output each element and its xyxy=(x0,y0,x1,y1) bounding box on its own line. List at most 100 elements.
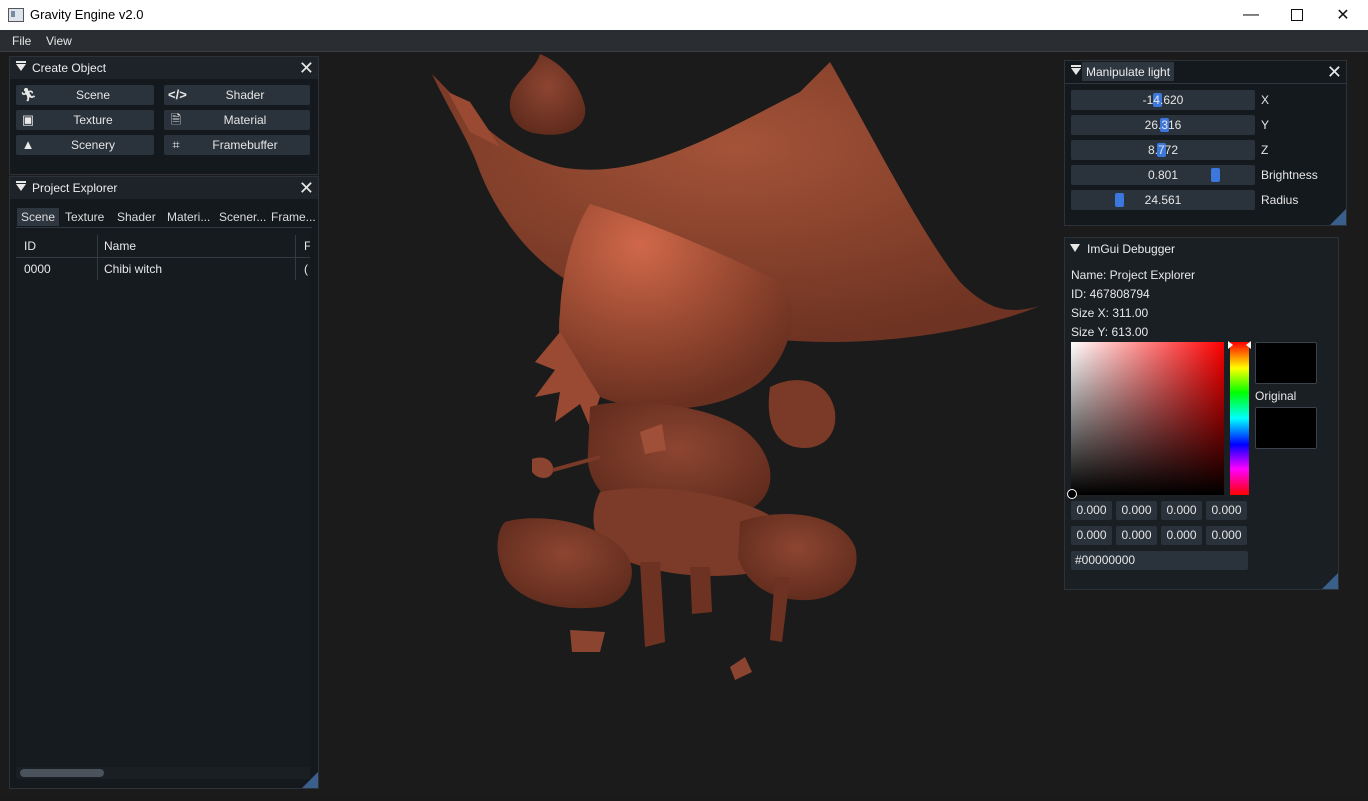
hue-marker-left xyxy=(1228,341,1233,349)
color-b-input[interactable]: 0.000 xyxy=(1161,501,1202,520)
collapse-icon[interactable] xyxy=(1070,244,1080,252)
object-table: ID Name F 0000 Chibi witch ( xyxy=(16,231,310,767)
maximize-button[interactable] xyxy=(1274,0,1320,30)
button-label: Framebuffer xyxy=(212,138,278,152)
menu-file[interactable]: File xyxy=(12,34,31,48)
menu-bar: File View xyxy=(0,30,1368,52)
collapse-icon[interactable] xyxy=(1071,65,1081,75)
panel-title: Manipulate light xyxy=(1082,62,1175,81)
button-label: Shader xyxy=(225,88,265,102)
button-label: Material xyxy=(223,113,267,127)
close-icon[interactable]: ✕ xyxy=(299,178,314,198)
slider-y[interactable]: 26.316 xyxy=(1071,115,1255,135)
column-divider xyxy=(295,258,296,280)
column-divider xyxy=(295,235,296,257)
panel-title: ImGui Debugger xyxy=(1087,242,1176,256)
current-color-swatch xyxy=(1255,342,1317,384)
panel-header: Create Object ✕ xyxy=(10,57,318,79)
slider-label: Brightness xyxy=(1261,168,1318,182)
debug-size-x: Size X: 311.00 xyxy=(1071,306,1149,320)
file-code-icon: 🗎︎ xyxy=(170,112,182,127)
original-label: Original xyxy=(1255,389,1297,403)
panel-header: Project Explorer ✕ xyxy=(10,177,318,199)
row-extra: ( xyxy=(304,262,308,276)
color-a-input[interactable]: 0.000 xyxy=(1206,501,1247,520)
panel-header: ImGui Debugger xyxy=(1065,238,1338,260)
table-row[interactable]: 0000 Chibi witch ( xyxy=(16,258,310,280)
column-divider xyxy=(97,258,98,280)
saturation-value-picker[interactable] xyxy=(1067,342,1224,499)
hue-marker-right xyxy=(1246,341,1251,349)
tab-scene[interactable]: Scene xyxy=(17,208,60,226)
color-s-input[interactable]: 0.000 xyxy=(1116,526,1157,545)
column-id[interactable]: ID xyxy=(24,239,36,253)
slider-label: Radius xyxy=(1261,193,1299,207)
close-icon: ✕ xyxy=(1336,7,1350,24)
project-explorer-panel: Project Explorer ✕ Scene Texture Shader … xyxy=(9,176,319,789)
horizontal-scrollbar[interactable] xyxy=(16,767,310,779)
slider-radius[interactable]: 24.561 xyxy=(1071,190,1255,210)
create-scenery-button[interactable]: ▲ Scenery xyxy=(16,135,154,155)
row-name: Chibi witch xyxy=(104,262,163,276)
slider-brightness[interactable]: 0.801 xyxy=(1071,165,1255,185)
tree-icon: ▲ xyxy=(21,137,35,152)
close-icon[interactable]: ✕ xyxy=(299,58,314,78)
hex-input[interactable]: #00000000 xyxy=(1071,551,1248,570)
row-id: 0000 xyxy=(24,262,51,276)
panel-title: Project Explorer xyxy=(32,181,118,195)
button-label: Scenery xyxy=(70,138,116,152)
running-person-icon: 🏃︎ xyxy=(20,87,37,102)
slider-value: 24.561 xyxy=(1144,193,1182,207)
picker-cursor[interactable] xyxy=(1067,489,1077,499)
create-shader-button[interactable]: </> Shader xyxy=(164,85,310,105)
slider-value: 26.316 xyxy=(1144,118,1182,132)
column-f[interactable]: F xyxy=(304,239,310,253)
slider-value: 0.801 xyxy=(1147,168,1179,182)
maximize-icon xyxy=(1291,9,1303,21)
slider-label: Z xyxy=(1261,143,1269,157)
tab-underline xyxy=(16,227,312,228)
close-icon[interactable]: ✕ xyxy=(1327,62,1342,82)
tab-shader[interactable]: Shader xyxy=(113,208,160,226)
color-v-input[interactable]: 0.000 xyxy=(1161,526,1202,545)
hue-slider[interactable] xyxy=(1228,341,1251,495)
create-material-button[interactable]: 🗎︎ Material xyxy=(164,110,310,130)
original-color-swatch[interactable] xyxy=(1255,407,1317,449)
color-alpha2-input[interactable]: 0.000 xyxy=(1206,526,1247,545)
manipulate-light-panel: Manipulate light ✕ -14.620 X 26.316 Y 8.772 Z… xyxy=(1064,60,1347,226)
collapse-icon[interactable] xyxy=(16,61,26,71)
create-scene-button[interactable]: 🏃︎ Scene xyxy=(16,85,154,105)
color-g-input[interactable]: 0.000 xyxy=(1116,501,1157,520)
create-framebuffer-button[interactable]: ⌗ Framebuffer xyxy=(164,135,310,155)
panel-header: Manipulate light ✕ xyxy=(1065,61,1346,83)
explorer-tabs: Scene Texture Shader Materi... Scener...… xyxy=(10,203,318,227)
slider-x[interactable]: -14.620 xyxy=(1071,90,1255,110)
imgui-debugger-panel: ImGui Debugger Name: Project Explorer ID… xyxy=(1064,237,1339,590)
code-icon: </> xyxy=(168,87,187,102)
tab-scenery[interactable]: Scener... xyxy=(215,208,270,226)
collapse-icon[interactable] xyxy=(16,181,26,191)
window-titlebar: Gravity Engine v2.0 — ✕ xyxy=(0,0,1368,30)
table-header: ID Name F xyxy=(16,231,310,258)
column-divider xyxy=(97,235,98,257)
slider-z[interactable]: 8.772 xyxy=(1071,140,1255,160)
tab-texture[interactable]: Texture xyxy=(61,208,108,226)
color-r-input[interactable]: 0.000 xyxy=(1071,501,1112,520)
slider-label: Y xyxy=(1261,118,1270,132)
close-window-button[interactable]: ✕ xyxy=(1320,0,1366,30)
crop-icon: ⌗ xyxy=(172,137,180,152)
slider-value: 8.772 xyxy=(1147,143,1179,157)
resize-grip[interactable] xyxy=(1322,573,1338,589)
tab-material[interactable]: Materi... xyxy=(163,208,214,226)
scrollbar-thumb[interactable] xyxy=(20,769,104,777)
resize-grip[interactable] xyxy=(1330,209,1346,225)
create-object-panel: Create Object ✕ 🏃︎ Scene </> Shader ▣ Te… xyxy=(9,56,319,175)
tab-framebuffer[interactable]: Frame... xyxy=(267,208,320,226)
minimize-button[interactable]: — xyxy=(1228,0,1274,30)
menu-view[interactable]: View xyxy=(46,34,72,48)
column-name[interactable]: Name xyxy=(104,239,136,253)
debug-size-y: Size Y: 613.00 xyxy=(1071,325,1149,339)
create-texture-button[interactable]: ▣ Texture xyxy=(16,110,154,130)
resize-grip[interactable] xyxy=(302,772,318,788)
color-h-input[interactable]: 0.000 xyxy=(1071,526,1112,545)
